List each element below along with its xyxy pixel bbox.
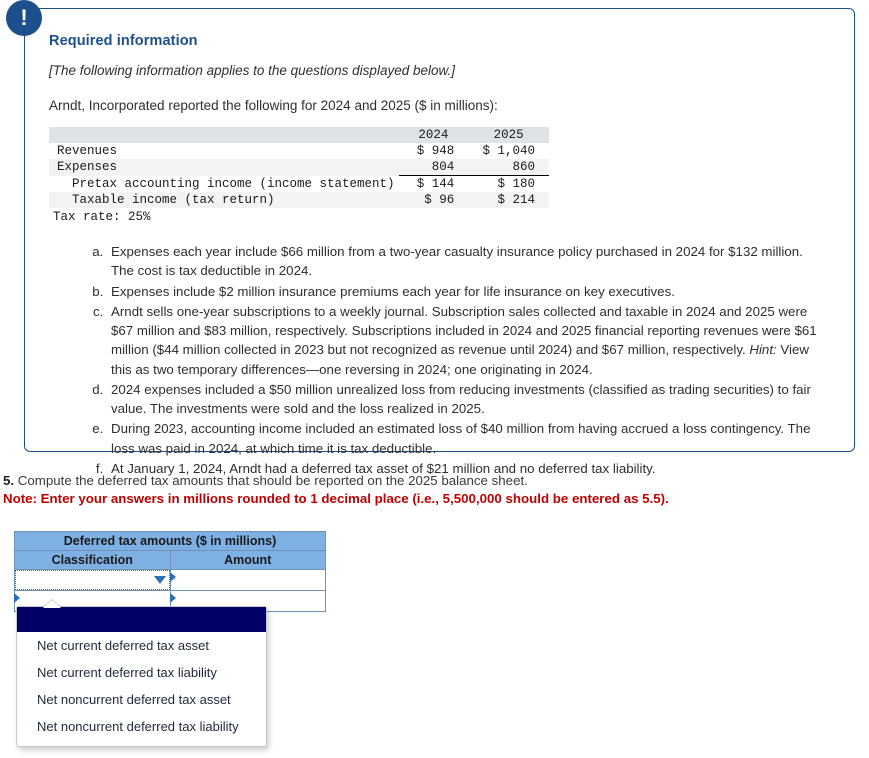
classification-cell-1[interactable] xyxy=(14,569,171,591)
cell-marker-icon xyxy=(169,572,176,582)
required-information-panel: Required information [The following info… xyxy=(24,8,855,476)
row-value-2024: $ 96 xyxy=(398,192,469,208)
col-header-amount: Amount xyxy=(169,550,326,570)
answer-table-row xyxy=(14,569,326,591)
dropdown-option-net-noncurrent-deferred-tax-liability[interactable]: Net noncurrent deferred tax liability xyxy=(17,713,266,740)
col-header-blank xyxy=(49,127,399,143)
chevron-down-icon[interactable] xyxy=(153,576,166,584)
assumptions-list: Expenses each year include $66 million f… xyxy=(49,242,826,478)
col-header-2024: 2024 xyxy=(398,127,469,143)
table-row: Revenues $ 948 $ 1,040 xyxy=(49,143,549,159)
hint-label: Hint: xyxy=(749,342,777,358)
question-block: 5. Compute the deferred tax amounts that… xyxy=(3,473,863,506)
col-header-2025: 2025 xyxy=(468,127,549,143)
cell-marker-icon xyxy=(169,593,176,603)
question-line: 5. Compute the deferred tax amounts that… xyxy=(3,473,863,488)
list-item: Arndt sells one-year subscriptions to a … xyxy=(107,302,826,379)
question-note: Note: Enter your answers in millions rou… xyxy=(3,491,669,506)
row-value-2024: $ 948 xyxy=(398,143,469,159)
col-header-classification: Classification xyxy=(14,550,171,570)
amount-cell-1[interactable] xyxy=(169,569,326,591)
row-value-2025: $ 1,040 xyxy=(468,143,549,159)
classification-dropdown-menu[interactable]: Net current deferred tax asset Net curre… xyxy=(16,600,267,747)
answer-table-title-row: Deferred tax amounts ($ in millions) xyxy=(14,531,326,551)
row-label: Pretax accounting income (income stateme… xyxy=(49,175,399,192)
list-item: Expenses each year include $66 million f… xyxy=(107,242,826,281)
financial-summary-table: 2024 2025 Revenues $ 948 $ 1,040 Expense… xyxy=(49,127,549,208)
question-text: Compute the deferred tax amounts that sh… xyxy=(17,473,528,488)
list-item: 2024 expenses included a $50 million unr… xyxy=(107,380,826,419)
answer-table-header-row: Classification Amount xyxy=(14,550,326,570)
dropdown-option-net-current-deferred-tax-asset[interactable]: Net current deferred tax asset xyxy=(17,632,266,659)
dropdown-caret-icon xyxy=(43,600,61,608)
list-item: During 2023, accounting income included … xyxy=(107,419,826,458)
row-value-2024: 804 xyxy=(398,159,469,176)
row-value-2025: $ 180 xyxy=(468,175,549,192)
row-label: Expenses xyxy=(49,159,399,176)
list-item: Expenses include $2 million insurance pr… xyxy=(107,282,826,301)
dropdown-option-net-current-deferred-tax-liability[interactable]: Net current deferred tax liability xyxy=(17,659,266,686)
table-header-row: 2024 2025 xyxy=(49,127,549,143)
panel-lead-text: Arndt, Incorporated reported the followi… xyxy=(49,98,498,113)
classification-select-1[interactable] xyxy=(15,570,170,590)
panel-italic-note: [The following information applies to th… xyxy=(49,63,455,78)
row-label: Revenues xyxy=(49,143,399,159)
answer-table-title: Deferred tax amounts ($ in millions) xyxy=(14,531,326,551)
table-row: Taxable income (tax return) $ 96 $ 214 xyxy=(49,192,549,208)
table-row: Expenses 804 860 xyxy=(49,159,549,176)
row-value-2024: $ 144 xyxy=(398,175,469,192)
cell-marker-icon xyxy=(14,593,20,603)
dropdown-option-net-noncurrent-deferred-tax-asset[interactable]: Net noncurrent deferred tax asset xyxy=(17,686,266,713)
row-value-2025: $ 214 xyxy=(468,192,549,208)
row-value-2025: 860 xyxy=(468,159,549,176)
question-number: 5. xyxy=(3,473,15,488)
dropdown-option-list[interactable]: Net current deferred tax asset Net curre… xyxy=(17,607,266,746)
row-label: Taxable income (tax return) xyxy=(49,192,399,208)
dropdown-option-blank[interactable] xyxy=(17,607,266,632)
panel-title: Required information xyxy=(49,33,198,49)
table-row: Pretax accounting income (income stateme… xyxy=(49,175,549,192)
alert-icon: ! xyxy=(6,0,42,36)
tax-rate-line: Tax rate: 25% xyxy=(53,210,151,224)
